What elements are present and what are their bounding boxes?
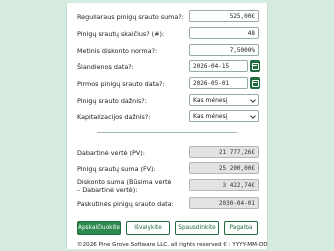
fv-output: 25 200,00€ xyxy=(189,162,259,174)
today-date-input[interactable]: 2026-04-15 xyxy=(189,60,248,72)
frequency-select[interactable]: Kas mėnesį xyxy=(189,94,259,106)
count-row: Pinigų srautų skaičius? (#): 48 xyxy=(77,27,259,41)
count-input[interactable]: 48 xyxy=(189,27,259,39)
last-date-label: Paskutinės pinigų srauto data: xyxy=(77,200,174,208)
last-date-output: 2030-04-01 xyxy=(189,197,259,209)
compounding-label: Kapitalizacijos dažnis?: xyxy=(77,113,151,121)
frequency-selected: Kas mėnesį xyxy=(193,97,228,104)
pv-output: 21 777,26€ xyxy=(189,146,259,158)
calculate-button[interactable]: Apskaičiuokite xyxy=(77,221,121,235)
discount-output: 3 422,74€ xyxy=(189,179,259,191)
divider xyxy=(97,132,237,133)
today-row: Šiandienos data?: 2026-04-15 xyxy=(77,60,260,74)
print-button[interactable]: Spausdinkite xyxy=(175,221,219,235)
chevron-down-icon xyxy=(250,113,256,119)
last-date-row: Paskutinės pinigų srauto data: 2030-04-0… xyxy=(77,197,259,211)
compounding-selected: Kas mėnesį xyxy=(193,113,228,120)
compounding-row: Kapitalizacijos dažnis?: Kas mėnesį xyxy=(77,110,259,124)
rate-row: Metinis diskonto norma?: 7,5000% xyxy=(77,44,259,58)
payment-row: Reguliaraus pinigų srauto suma?: 525,00€ xyxy=(77,10,259,24)
payment-label: Reguliaraus pinigų srauto suma?: xyxy=(77,13,184,21)
fv-label: Pinigų srautų suma (FV): xyxy=(77,165,156,173)
rate-input[interactable]: 7,5000% xyxy=(189,44,259,56)
first-date-label: Pirmos pinigų srauto data?: xyxy=(77,80,165,88)
frequency-row: Pinigų srauto dažnis?: Kas mėnesį xyxy=(77,94,259,108)
calculator-panel: Reguliaraus pinigų srauto suma?: 525,00€… xyxy=(66,3,268,249)
footer: ©2026 Pine Grove Software LLC, all right… xyxy=(77,242,268,248)
chevron-down-icon xyxy=(250,97,256,103)
first-date-input[interactable]: 2026-05-01 xyxy=(189,77,248,89)
frequency-label: Pinigų srauto dažnis?: xyxy=(77,97,147,105)
calendar-icon[interactable] xyxy=(250,60,260,72)
discount-label: Diskonto suma (Būsima vertė – Dabartinė … xyxy=(77,178,172,194)
compounding-select[interactable]: Kas mėnesį xyxy=(189,110,259,122)
count-label: Pinigų srautų skaičius? (#): xyxy=(77,30,165,38)
pv-label: Dabartinė vertė (PV): xyxy=(77,149,145,157)
first-date-row: Pirmos pinigų srauto data?: 2026-05-01 xyxy=(77,77,260,91)
rate-label: Metinis diskonto norma?: xyxy=(77,47,158,55)
today-label: Šiandienos data?: xyxy=(77,63,134,71)
help-button[interactable]: Pagalba xyxy=(224,221,258,235)
fv-row: Pinigų srautų suma (FV): 25 200,00€ xyxy=(77,162,259,176)
payment-input[interactable]: 525,00€ xyxy=(189,10,259,22)
calendar-icon[interactable] xyxy=(250,77,260,89)
pv-row: Dabartinė vertė (PV): 21 777,26€ xyxy=(77,146,259,160)
discount-row: Diskonto suma (Būsima vertė – Dabartinė … xyxy=(77,178,259,194)
clear-button[interactable]: Išvalykite xyxy=(126,221,170,235)
